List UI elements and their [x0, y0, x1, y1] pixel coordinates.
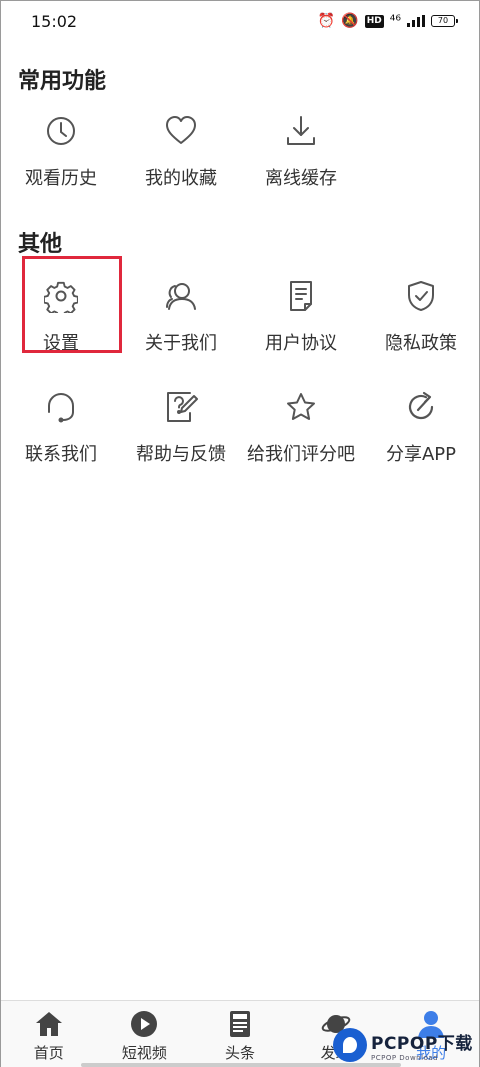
item-label: 离线缓存	[265, 168, 337, 189]
item-rate-us[interactable]: 给我们评分吧	[241, 390, 361, 490]
status-time: 15:02	[31, 11, 78, 31]
item-label: 关于我们	[145, 333, 217, 354]
tab-short-video[interactable]: 短视频	[97, 1001, 193, 1067]
shield-icon	[404, 279, 438, 313]
news-icon	[225, 1009, 255, 1039]
highlight-box	[22, 256, 122, 353]
hd-badge: HD	[364, 14, 384, 28]
signal-icon	[407, 12, 425, 31]
item-label: 隐私政策	[385, 333, 457, 354]
section-title-common: 常用功能	[18, 69, 107, 94]
watermark-main: PCPOP下载	[371, 1033, 473, 1054]
watermark-text: PCPOP下载 PCPOP Download	[371, 1029, 473, 1062]
item-label: 联系我们	[25, 444, 97, 465]
item-help-feedback[interactable]: 帮助与反馈	[121, 390, 241, 490]
download-icon	[284, 114, 318, 148]
tab-headlines[interactable]: 头条	[192, 1001, 288, 1067]
item-label: 帮助与反馈	[136, 444, 226, 465]
star-icon	[284, 390, 318, 424]
item-about-us[interactable]: 关于我们	[121, 279, 241, 379]
play-icon	[129, 1009, 159, 1039]
item-favorites[interactable]: 我的收藏	[121, 114, 241, 214]
watermark-sub: PCPOP Download	[371, 1053, 439, 1062]
item-privacy-policy[interactable]: 隐私政策	[361, 279, 480, 379]
item-label: 我的收藏	[145, 168, 217, 189]
heart-icon	[164, 114, 198, 148]
item-watch-history[interactable]: 观看历史	[1, 114, 121, 214]
section-title-other: 其他	[18, 232, 63, 257]
item-contact-us[interactable]: 联系我们	[1, 390, 121, 490]
item-offline-cache[interactable]: 离线缓存	[241, 114, 361, 214]
watermark-logo-icon	[333, 1028, 367, 1062]
watermark: PCPOP下载 PCPOP Download	[333, 1023, 479, 1067]
document-icon	[284, 279, 318, 313]
item-label: 用户协议	[265, 333, 337, 354]
tab-label: 首页	[33, 1044, 64, 1062]
status-icons: ⏰ 🔕 HD ⁴⁶ 70	[317, 12, 458, 31]
item-label: 分享APP	[385, 444, 457, 465]
home-icon	[34, 1009, 64, 1039]
headset-icon	[44, 390, 78, 424]
status-bar: 15:02 ⏰ 🔕 HD ⁴⁶ 70	[1, 1, 479, 41]
tab-label: 头条	[224, 1044, 255, 1062]
mute-bell-icon: 🔕	[341, 13, 359, 29]
alarm-icon: ⏰	[317, 13, 336, 29]
network-label: ⁴⁶	[389, 13, 401, 29]
item-label: 给我们评分吧	[247, 444, 355, 465]
share-icon	[404, 390, 438, 424]
item-share-app[interactable]: 分享APP	[361, 390, 480, 490]
battery-icon: 70	[431, 15, 458, 27]
help-edit-icon	[164, 390, 198, 424]
tab-label: 短视频	[121, 1044, 167, 1062]
home-indicator	[81, 1063, 401, 1067]
tab-home[interactable]: 首页	[1, 1001, 97, 1067]
users-icon	[164, 279, 198, 313]
item-label: 观看历史	[25, 168, 97, 189]
item-user-agreement[interactable]: 用户协议	[241, 279, 361, 379]
clock-icon	[44, 114, 78, 148]
